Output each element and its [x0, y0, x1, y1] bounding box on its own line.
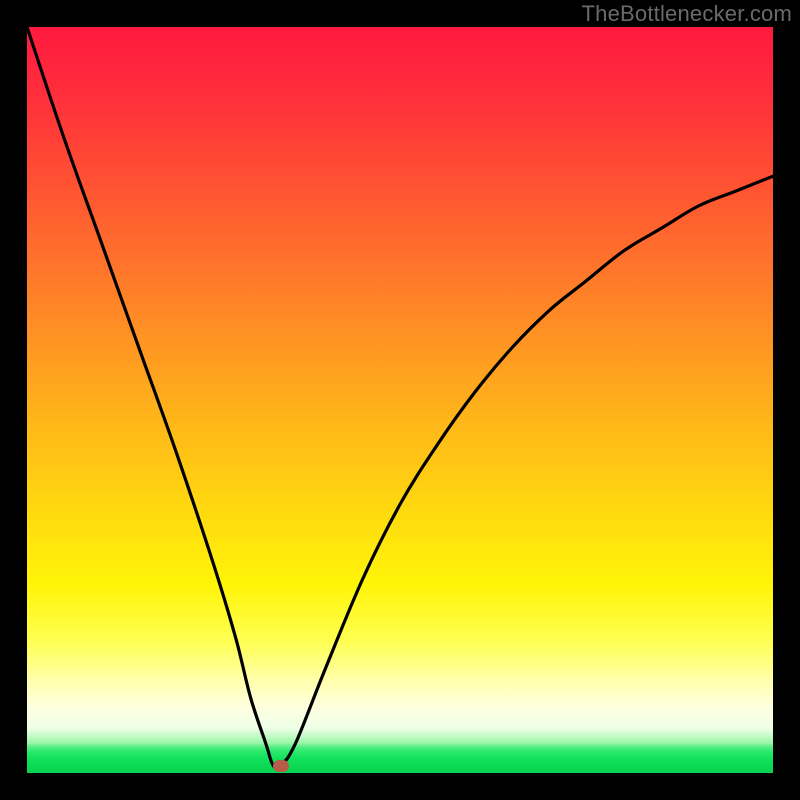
- curve-svg: [27, 27, 773, 773]
- optimal-point-marker: [273, 760, 289, 772]
- plot-area: [27, 27, 773, 773]
- watermark-text: TheBottlenecker.com: [582, 1, 792, 27]
- bottleneck-curve: [27, 27, 773, 769]
- chart-frame: TheBottlenecker.com: [0, 0, 800, 800]
